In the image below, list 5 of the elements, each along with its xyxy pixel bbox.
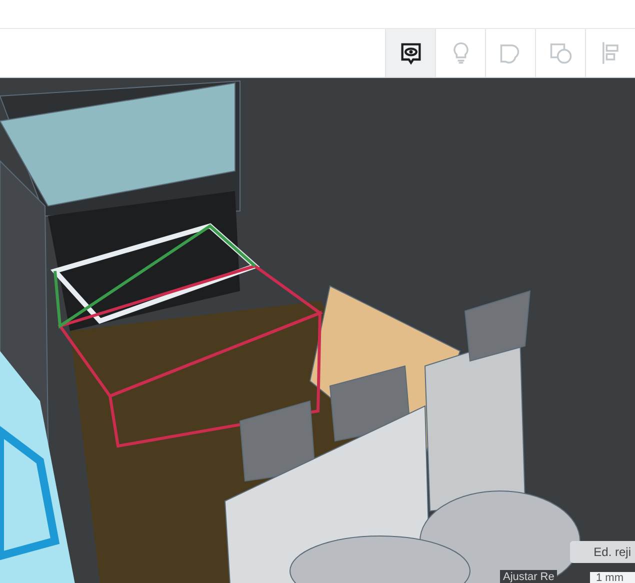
snap-grid-dropdown[interactable]: 1 mm (590, 572, 635, 583)
snap-grid-label: Ajustar Re (500, 570, 558, 583)
edit-grid-button[interactable]: Ed. reji (570, 541, 635, 563)
3d-viewport[interactable]: Ed. reji Ajustar Re 1 mm (0, 78, 635, 583)
note-tool-button[interactable] (385, 29, 435, 77)
